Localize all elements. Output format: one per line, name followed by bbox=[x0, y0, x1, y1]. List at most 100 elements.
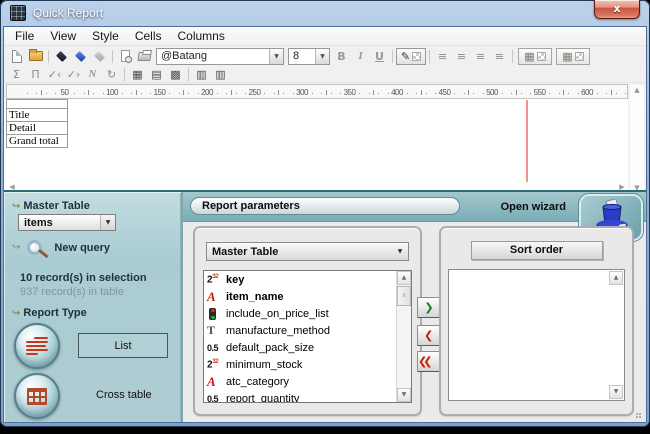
print-preview-button[interactable] bbox=[116, 48, 135, 65]
check-in-button[interactable]: ✓‹ bbox=[45, 66, 64, 83]
list-report-selected-label[interactable]: List bbox=[78, 333, 168, 358]
table-count: 937 record(s) in table bbox=[20, 286, 124, 298]
field-label: atc_category bbox=[226, 376, 289, 388]
scroll-down-icon[interactable]: ▼ bbox=[609, 385, 623, 399]
report-parameters-header: Report parameters bbox=[190, 197, 460, 215]
design-canvas[interactable]: TitleDetailGrand total bbox=[4, 99, 628, 194]
integer-type-icon: 232 bbox=[207, 358, 226, 370]
cross-table-label: Cross table bbox=[96, 389, 152, 401]
menu-columns[interactable]: Columns bbox=[170, 27, 233, 46]
field-list[interactable]: 232keyAitem_nameinclude_on_price_listTma… bbox=[203, 270, 412, 403]
new-report-button[interactable] bbox=[7, 48, 26, 65]
field-row-manufacture_method[interactable]: Tmanufacture_method bbox=[204, 322, 411, 339]
underline-button[interactable]: U bbox=[370, 48, 389, 65]
align-justify-button[interactable]: ≡ bbox=[490, 48, 509, 65]
text-color-button[interactable]: ✎ bbox=[396, 48, 426, 65]
band-row-title[interactable]: Title bbox=[6, 109, 68, 122]
cross-table-report-button[interactable] bbox=[14, 373, 60, 419]
chevron-down-icon[interactable]: ▼ bbox=[315, 49, 329, 64]
field-row-item_name[interactable]: Aitem_name bbox=[204, 288, 411, 305]
font-family-select[interactable]: @Batang ▼ bbox=[156, 48, 284, 65]
open-folder-icon bbox=[29, 51, 43, 61]
field-row-include_on_price_list[interactable]: include_on_price_list bbox=[204, 305, 411, 322]
grid-rows-button[interactable]: ▤ bbox=[147, 66, 166, 83]
ruler-label: 250 bbox=[249, 88, 261, 97]
ruler: 50100150200250300350400450500550600650 bbox=[6, 84, 628, 99]
undo-button[interactable]: ↻ bbox=[102, 66, 121, 83]
save-as-button[interactable] bbox=[71, 48, 90, 65]
field-row-default_pack_size[interactable]: 0.5default_pack_size bbox=[204, 339, 411, 356]
cell-background-button[interactable]: ▦ bbox=[518, 48, 552, 65]
align-right-button[interactable]: ≡ bbox=[471, 48, 490, 65]
close-button[interactable]: x bbox=[594, 0, 640, 19]
add-field-button[interactable]: ❯ bbox=[417, 297, 441, 318]
sum-button[interactable]: Σ bbox=[7, 66, 26, 83]
field-name-button[interactable]: N bbox=[83, 66, 102, 83]
expression-button[interactable]: Π bbox=[26, 66, 45, 83]
band-row-grand-total[interactable]: Grand total bbox=[6, 135, 68, 148]
chevron-down-icon[interactable]: ▼ bbox=[100, 215, 115, 230]
arrow-bullet-icon: ↪ bbox=[12, 201, 20, 212]
italic-button[interactable]: I bbox=[351, 48, 370, 65]
list-report-icon bbox=[26, 337, 48, 355]
chevron-down-icon[interactable]: ▼ bbox=[269, 49, 283, 64]
open-report-button[interactable] bbox=[26, 48, 45, 65]
color-swatch-icon bbox=[575, 52, 584, 61]
insert-column-button[interactable]: ▥ bbox=[192, 66, 211, 83]
print-button[interactable] bbox=[135, 48, 154, 65]
field-row-minimum_stock[interactable]: 232minimum_stock bbox=[204, 356, 411, 373]
scroll-up-icon[interactable]: ▲ bbox=[397, 271, 411, 285]
vertical-scrollbar[interactable]: ▲ ▼ bbox=[630, 85, 644, 193]
ruler-label: 550 bbox=[534, 88, 546, 97]
field-row-atc_category[interactable]: Aatc_category bbox=[204, 373, 411, 390]
scrollbar-thumb[interactable]: ≡ bbox=[397, 286, 411, 306]
resize-grip[interactable] bbox=[636, 413, 642, 419]
check-out-button[interactable]: ✓› bbox=[64, 66, 83, 83]
quick-report-window: Quick Report x FileViewStyleCellsColumns… bbox=[0, 0, 650, 427]
master-table-select[interactable]: items ▼ bbox=[18, 214, 116, 231]
band-header-cell[interactable] bbox=[6, 99, 68, 109]
bold-button[interactable]: B bbox=[332, 48, 351, 65]
separator bbox=[392, 50, 393, 63]
scroll-down-icon[interactable]: ▼ bbox=[397, 388, 411, 402]
remove-all-fields-button[interactable]: ❯❯ bbox=[417, 351, 441, 372]
band-row-detail[interactable]: Detail bbox=[6, 122, 68, 135]
font-size-select[interactable]: 8 ▼ bbox=[288, 48, 330, 65]
titlebar[interactable]: Quick Report x bbox=[0, 0, 650, 26]
list-report-button[interactable] bbox=[14, 323, 60, 369]
field-row-report_quantity[interactable]: 0.5report_quantity bbox=[204, 390, 411, 403]
scroll-up-icon[interactable]: ▲ bbox=[609, 271, 623, 285]
chevron-left-icon: ❯ bbox=[424, 329, 433, 342]
align-left-button[interactable]: ≡ bbox=[433, 48, 452, 65]
remove-field-button[interactable]: ❯ bbox=[417, 325, 441, 346]
numeric-type-icon: 0.5 bbox=[207, 343, 226, 353]
new-query-button[interactable]: ↪ New query bbox=[12, 240, 110, 255]
export-button[interactable] bbox=[90, 48, 109, 65]
band-table: TitleDetailGrand total bbox=[6, 99, 68, 148]
sort-order-header[interactable]: Sort order bbox=[471, 241, 603, 260]
page-margin-marker[interactable] bbox=[526, 100, 528, 182]
chevron-down-icon[interactable]: ▼ bbox=[392, 243, 408, 260]
save-button[interactable] bbox=[52, 48, 71, 65]
grid-shading-button[interactable]: ▩ bbox=[166, 66, 185, 83]
parameters-table-select[interactable]: Master Table ▼ bbox=[206, 242, 409, 261]
toolbar-standard: @Batang ▼ 8 ▼ B I U ✎ ≡ ≡ ≡ ≡ ▦ bbox=[4, 46, 646, 66]
align-center-button[interactable]: ≡ bbox=[452, 48, 471, 65]
ruler-label: 400 bbox=[391, 88, 403, 97]
field-list-scrollbar[interactable]: ▲ ≡ ▼ bbox=[396, 271, 411, 402]
delete-column-button[interactable]: ▥ bbox=[211, 66, 230, 83]
cell-border-color-button[interactable]: ▦ bbox=[556, 48, 590, 65]
menu-cells[interactable]: Cells bbox=[127, 27, 170, 46]
scroll-up-icon[interactable]: ▲ bbox=[630, 85, 644, 95]
master-table-value: items bbox=[19, 217, 100, 229]
grid-borders-button[interactable]: ▦ bbox=[128, 66, 147, 83]
separator bbox=[188, 68, 189, 81]
export-icon bbox=[94, 51, 105, 62]
sort-order-list[interactable]: ▲ ▼ bbox=[448, 269, 625, 401]
menu-style[interactable]: Style bbox=[84, 27, 127, 46]
field-label: default_pack_size bbox=[226, 342, 314, 354]
field-row-key[interactable]: 232key bbox=[204, 271, 411, 288]
table-icon: ▦ bbox=[562, 50, 572, 63]
menu-view[interactable]: View bbox=[42, 27, 84, 46]
menu-file[interactable]: File bbox=[7, 27, 42, 46]
